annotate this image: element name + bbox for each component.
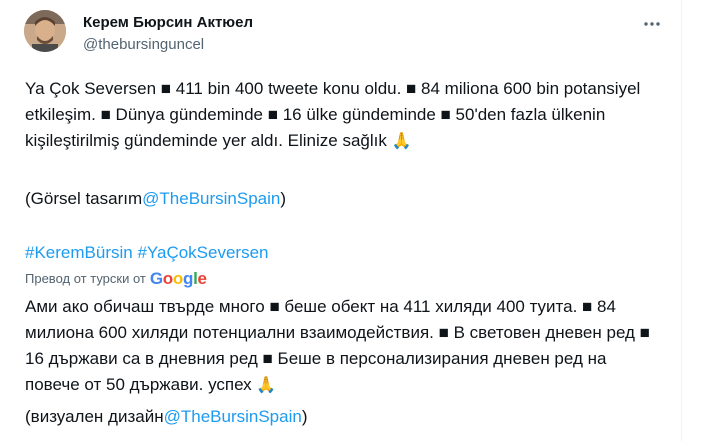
- tweet-card: Керем Бюрсин Актюел @thebursinguncel Ya …: [0, 0, 682, 441]
- author-handle[interactable]: @thebursinguncel: [83, 36, 204, 53]
- mention-link[interactable]: @TheBursinSpain: [164, 407, 302, 426]
- translated-text: Ами ако обичаш твърде много ■ беше обект…: [25, 294, 665, 399]
- avatar[interactable]: [24, 10, 66, 52]
- folded-hands-emoji-icon: 🙏: [256, 377, 277, 394]
- folded-hands-emoji-icon: 🙏: [391, 133, 412, 150]
- tweet-text: Ya Çok Seversen ■ 411 bin 400 tweete kon…: [25, 76, 665, 155]
- hashtag-link-yacokseversen[interactable]: #YaÇokSeversen: [137, 243, 268, 262]
- translation-label: Превод от турски от: [25, 271, 146, 286]
- translated-credit-prefix: (визуален дизайн: [25, 407, 164, 426]
- mention-link[interactable]: @TheBursinSpain: [142, 189, 280, 208]
- credit-suffix: ): [301, 407, 308, 426]
- hashtag-row: #KeremBürsin #YaÇokSeversen: [25, 240, 269, 266]
- author-display-name[interactable]: Керем Бюрсин Актюел: [83, 14, 253, 31]
- more-options-button[interactable]: [640, 12, 664, 36]
- translated-text-body: Ами ако обичаш твърде много ■ беше обект…: [25, 297, 650, 394]
- more-horizontal-icon: [644, 22, 660, 26]
- hashtag-link-kerembursin[interactable]: #KeremBürsin: [25, 243, 133, 262]
- credit-suffix: ): [280, 189, 287, 208]
- profile-photo-icon: [24, 10, 66, 52]
- google-logo: Google: [149, 269, 207, 288]
- credit-prefix: (Görsel tasarım: [25, 189, 143, 208]
- tweet-credit-line: (Görsel tasarım@TheBursinSpain): [25, 186, 665, 212]
- translated-credit-line: (визуален дизайн@TheBursinSpain): [25, 404, 665, 430]
- tweet-text-body: Ya Çok Seversen ■ 411 bin 400 tweete kon…: [25, 79, 641, 150]
- translation-attribution[interactable]: Превод от турски от Google: [25, 270, 207, 287]
